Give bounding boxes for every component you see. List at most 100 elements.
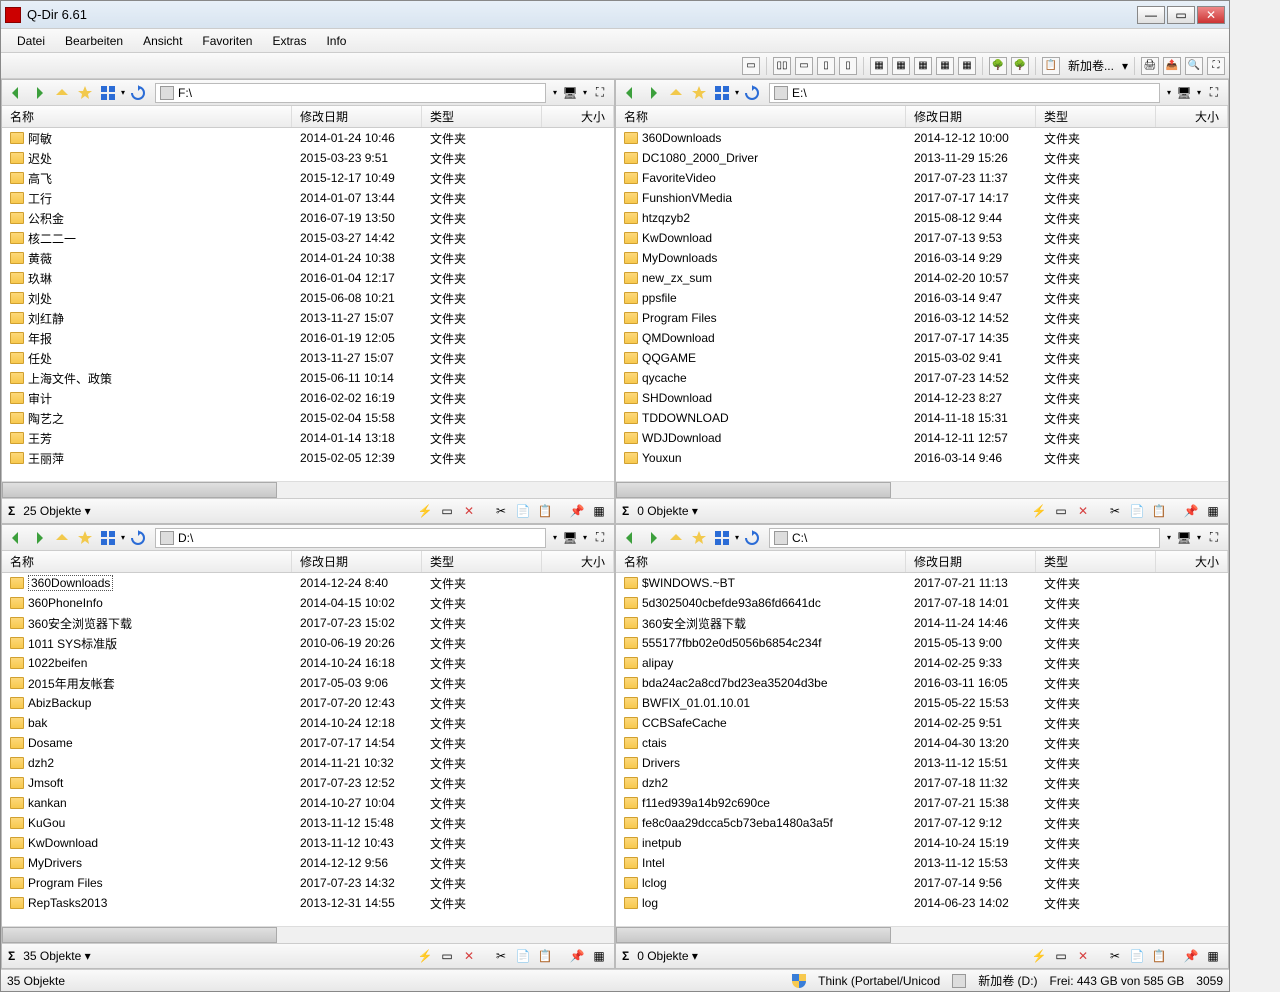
menu-favoriten[interactable]: Favoriten <box>192 32 262 50</box>
file-row[interactable]: SHDownload 2014-12-23 8:27 文件夹 <box>616 388 1228 408</box>
back-button[interactable] <box>6 528 26 548</box>
rename-button[interactable]: ▭ <box>1052 947 1070 965</box>
file-row[interactable]: AbizBackup 2017-07-20 12:43 文件夹 <box>2 693 614 713</box>
props-button[interactable]: ▦ <box>590 947 608 965</box>
file-row[interactable]: 任处 2013-11-27 15:07 文件夹 <box>2 348 614 368</box>
file-row[interactable]: 陶艺之 2015-02-04 15:58 文件夹 <box>2 408 614 428</box>
file-row[interactable]: DC1080_2000_Driver 2013-11-29 15:26 文件夹 <box>616 148 1228 168</box>
monitor-button[interactable]: 🖥 <box>560 528 580 548</box>
paste-button[interactable]: 📋 <box>1150 502 1168 520</box>
forward-button[interactable] <box>29 83 49 103</box>
file-row[interactable]: fe8c0aa29dcca5cb73eba1480a3a5f 2017-07-1… <box>616 813 1228 833</box>
file-row[interactable]: 1022beifen 2014-10-24 16:18 文件夹 <box>2 653 614 673</box>
close-button[interactable]: ✕ <box>1197 6 1225 24</box>
file-row[interactable]: 公积金 2016-07-19 13:50 文件夹 <box>2 208 614 228</box>
print-button[interactable]: 🖨 <box>1141 57 1159 75</box>
expand-pane-button[interactable]: ⛶ <box>590 528 610 548</box>
file-row[interactable]: 刘红静 2013-11-27 15:07 文件夹 <box>2 308 614 328</box>
layout-4e-button[interactable]: ▦ <box>958 57 976 75</box>
favorites-button[interactable] <box>75 83 95 103</box>
delete-button[interactable]: ✕ <box>1074 947 1092 965</box>
file-row[interactable]: 360Downloads 2014-12-12 10:00 文件夹 <box>616 128 1228 148</box>
col-date[interactable]: 修改日期 <box>292 551 422 572</box>
file-row[interactable]: 玖琳 2016-01-04 12:17 文件夹 <box>2 268 614 288</box>
col-name[interactable]: 名称 <box>616 106 906 127</box>
file-row[interactable]: KwDownload 2013-11-12 10:43 文件夹 <box>2 833 614 853</box>
file-row[interactable]: kankan 2014-10-27 10:04 文件夹 <box>2 793 614 813</box>
file-row[interactable]: KuGou 2013-11-12 15:48 文件夹 <box>2 813 614 833</box>
cut-button[interactable]: ✂ <box>1106 502 1124 520</box>
delete-button[interactable]: ✕ <box>1074 502 1092 520</box>
file-row[interactable]: RepTasks2013 2013-12-31 14:55 文件夹 <box>2 893 614 913</box>
layout-4b-button[interactable]: ▦ <box>892 57 910 75</box>
forward-button[interactable] <box>643 528 663 548</box>
forward-button[interactable] <box>643 83 663 103</box>
layout-1-button[interactable]: ▭ <box>742 57 760 75</box>
file-row[interactable]: 审计 2016-02-02 16:19 文件夹 <box>2 388 614 408</box>
col-size[interactable]: 大小 <box>542 551 614 572</box>
file-row[interactable]: new_zx_sum 2014-02-20 10:57 文件夹 <box>616 268 1228 288</box>
file-row[interactable]: 360安全浏览器下载 2017-07-23 15:02 文件夹 <box>2 613 614 633</box>
pin-button[interactable]: 📌 <box>568 502 586 520</box>
object-count[interactable]: 35 Objekte ▾ <box>23 949 90 963</box>
file-row[interactable]: KwDownload 2017-07-13 9:53 文件夹 <box>616 228 1228 248</box>
layout-2h-button[interactable]: ▭ <box>795 57 813 75</box>
paste-button[interactable]: 📋 <box>536 947 554 965</box>
layout-3a-button[interactable]: ▯ <box>817 57 835 75</box>
file-row[interactable]: lclog 2017-07-14 9:56 文件夹 <box>616 873 1228 893</box>
pin-button[interactable]: 📌 <box>1182 947 1200 965</box>
file-row[interactable]: dzh2 2017-07-18 11:32 文件夹 <box>616 773 1228 793</box>
address-bar[interactable]: F:\ <box>155 83 546 103</box>
favorites-button[interactable] <box>689 83 709 103</box>
file-row[interactable]: 年报 2016-01-19 12:05 文件夹 <box>2 328 614 348</box>
maximize-button[interactable]: ▭ <box>1167 6 1195 24</box>
export-button[interactable]: 📤 <box>1163 57 1181 75</box>
file-row[interactable]: TDDOWNLOAD 2014-11-18 15:31 文件夹 <box>616 408 1228 428</box>
file-row[interactable]: 上海文件、政策 2015-06-11 10:14 文件夹 <box>2 368 614 388</box>
up-button[interactable] <box>666 528 686 548</box>
paste-button[interactable]: 📋 <box>536 502 554 520</box>
file-row[interactable]: $WINDOWS.~BT 2017-07-21 11:13 文件夹 <box>616 573 1228 593</box>
menu-datei[interactable]: Datei <box>7 32 55 50</box>
refresh-button[interactable] <box>128 528 148 548</box>
file-row[interactable]: 工行 2014-01-07 13:44 文件夹 <box>2 188 614 208</box>
file-row[interactable]: 1011 SYS标准版 2010-06-19 20:26 文件夹 <box>2 633 614 653</box>
minimize-button[interactable]: — <box>1137 6 1165 24</box>
back-button[interactable] <box>620 83 640 103</box>
object-count[interactable]: 0 Objekte ▾ <box>637 949 698 963</box>
tree-toggle2-button[interactable]: 🌳 <box>1011 57 1029 75</box>
file-list[interactable]: 360Downloads 2014-12-12 10:00 文件夹 DC1080… <box>616 128 1228 481</box>
file-row[interactable]: 360PhoneInfo 2014-04-15 10:02 文件夹 <box>2 593 614 613</box>
file-row[interactable]: bda24ac2a8cd7bd23ea35204d3be 2016-03-11 … <box>616 673 1228 693</box>
delete-button[interactable]: ✕ <box>460 947 478 965</box>
file-row[interactable]: 核二二一 2015-03-27 14:42 文件夹 <box>2 228 614 248</box>
copy-button[interactable]: 📄 <box>1128 502 1146 520</box>
expand-pane-button[interactable]: ⛶ <box>1204 528 1224 548</box>
file-row[interactable]: 黄薇 2014-01-24 10:38 文件夹 <box>2 248 614 268</box>
file-row[interactable]: Program Files 2017-07-23 14:32 文件夹 <box>2 873 614 893</box>
menu-bearbeiten[interactable]: Bearbeiten <box>55 32 133 50</box>
col-date[interactable]: 修改日期 <box>906 106 1036 127</box>
col-type[interactable]: 类型 <box>422 106 542 127</box>
copy-button[interactable]: 📄 <box>1128 947 1146 965</box>
h-scrollbar[interactable] <box>2 481 614 498</box>
file-list[interactable]: 阿敏 2014-01-24 10:46 文件夹 迟处 2015-03-23 9:… <box>2 128 614 481</box>
file-row[interactable]: QQGAME 2015-03-02 9:41 文件夹 <box>616 348 1228 368</box>
col-size[interactable]: 大小 <box>542 106 614 127</box>
col-size[interactable]: 大小 <box>1156 551 1228 572</box>
h-scrollbar[interactable] <box>2 926 614 943</box>
file-row[interactable]: Intel 2013-11-12 15:53 文件夹 <box>616 853 1228 873</box>
file-row[interactable]: 王芳 2014-01-14 13:18 文件夹 <box>2 428 614 448</box>
address-bar[interactable]: C:\ <box>769 528 1160 548</box>
up-button[interactable] <box>666 83 686 103</box>
refresh-button[interactable] <box>128 83 148 103</box>
props-button[interactable]: ▦ <box>1204 947 1222 965</box>
cut-button[interactable]: ✂ <box>492 502 510 520</box>
file-row[interactable]: dzh2 2014-11-21 10:32 文件夹 <box>2 753 614 773</box>
rename-button[interactable]: ▭ <box>1052 502 1070 520</box>
file-row[interactable]: 阿敏 2014-01-24 10:46 文件夹 <box>2 128 614 148</box>
col-name[interactable]: 名称 <box>2 106 292 127</box>
address-bar[interactable]: D:\ <box>155 528 546 548</box>
file-row[interactable]: QMDownload 2017-07-17 14:35 文件夹 <box>616 328 1228 348</box>
view-button[interactable] <box>712 528 732 548</box>
